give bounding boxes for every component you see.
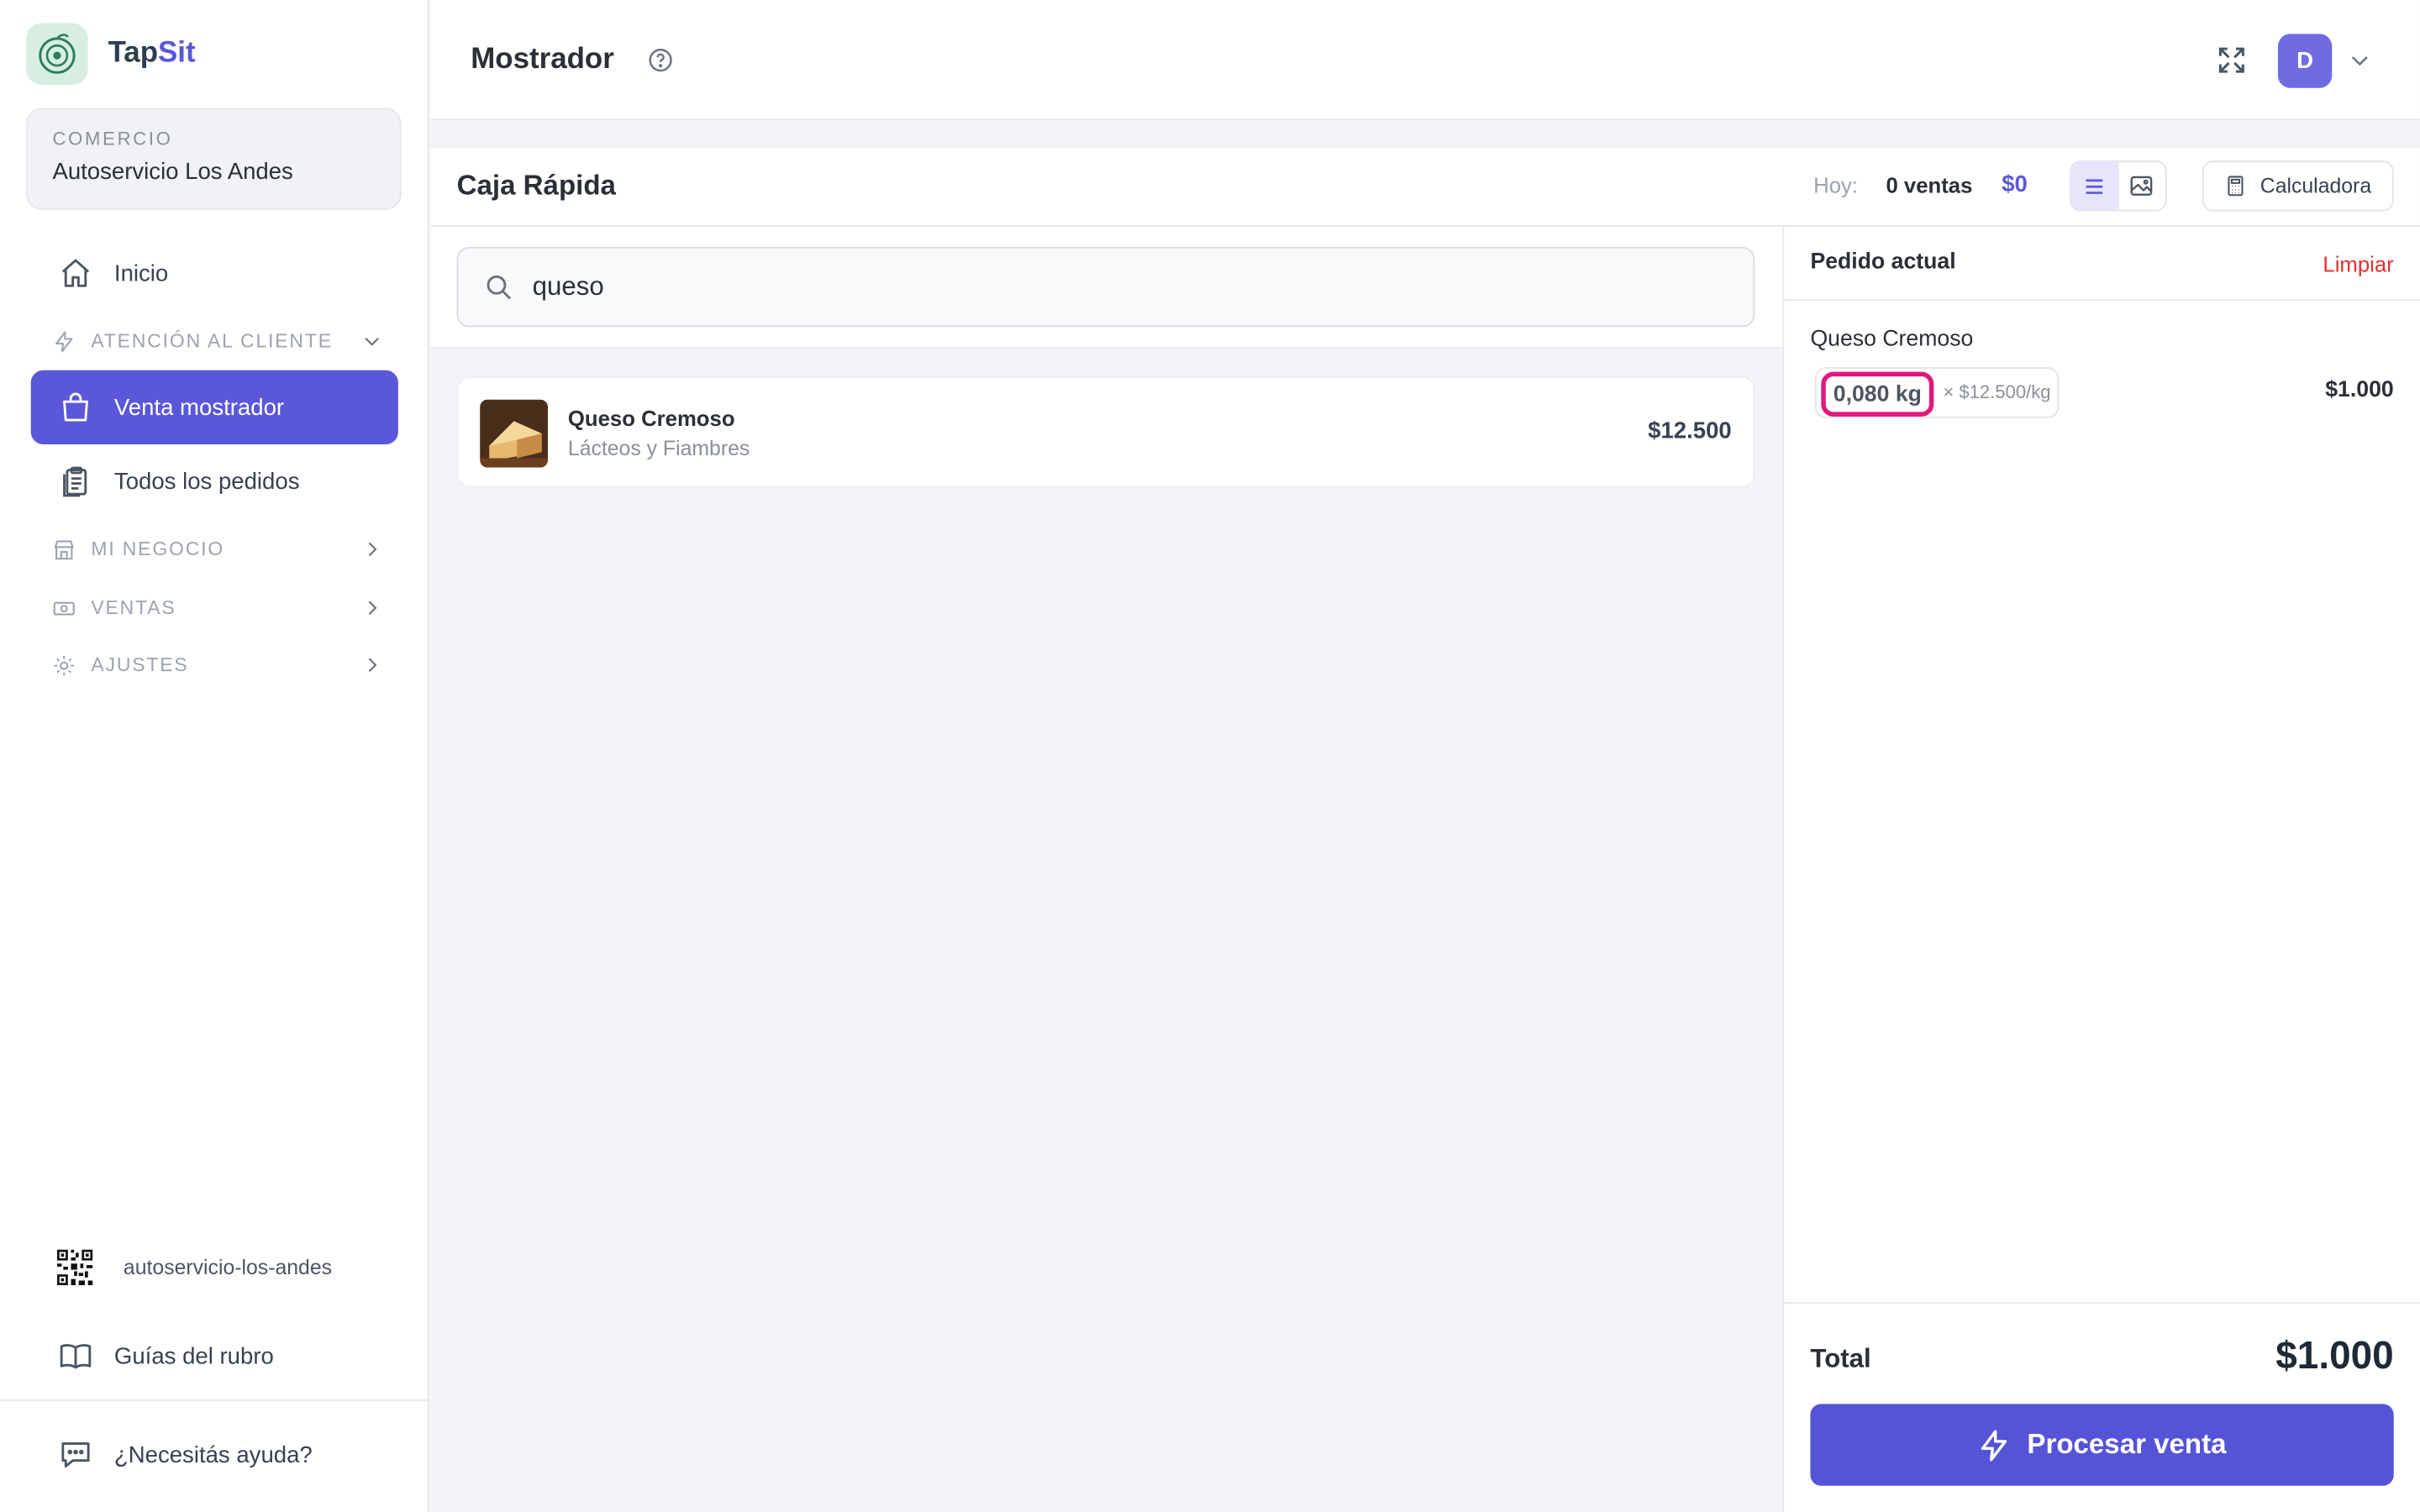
chevron-right-icon (361, 654, 383, 676)
today-sales-total: $0 (2002, 171, 2028, 198)
app-name: TapSit (108, 37, 196, 71)
order-footer: Total $1.000 Procesar venta (1784, 1302, 2420, 1512)
order-title: Pedido actual (1810, 249, 1956, 275)
guides-label: Guías del rubro (113, 1342, 274, 1370)
help-label: ¿Necesitás ayuda? (113, 1441, 313, 1468)
clear-order-button[interactable]: Limpiar (2323, 251, 2393, 276)
sidebar-item-label: Venta mostrador (113, 394, 285, 421)
order-line-quantity-group: 0,080 kg × $12.500/kg (1814, 367, 2060, 418)
app-logo[interactable]: TapSit (26, 23, 196, 86)
app-name-part2: Sit (158, 37, 196, 70)
store-icon (51, 537, 76, 561)
search-box[interactable] (456, 246, 1755, 328)
sidebar-item-inicio[interactable]: Inicio (31, 236, 398, 310)
panel-title: Caja Rápida (456, 170, 616, 201)
page-title: Mostrador (471, 43, 614, 76)
section-label: VENTAS (91, 596, 176, 619)
process-sale-button[interactable]: Procesar venta (1810, 1404, 2394, 1486)
today-sales-count: 0 ventas (1886, 172, 1973, 198)
order-line-name: Queso Cremoso (1810, 327, 1974, 352)
sidebar: TapSit COMERCIO Autoservicio Los Andes I… (0, 0, 429, 1512)
qr-slug-link[interactable]: autoservicio-los-andes (55, 1247, 333, 1287)
section-label: ATENCIÓN AL CLIENTE (91, 330, 333, 352)
section-label: AJUSTES (91, 654, 189, 676)
section-label: MI NEGOCIO (91, 538, 225, 560)
view-toggle (2070, 160, 2167, 212)
sidebar-item-label: Todos los pedidos (113, 468, 300, 495)
logo-icon (26, 23, 88, 86)
process-sale-label: Procesar venta (2027, 1428, 2227, 1460)
chat-icon (59, 1438, 92, 1472)
merchant-label: COMERCIO (52, 128, 173, 150)
chevron-right-icon (361, 538, 383, 560)
sidebar-item-venta-mostrador[interactable]: Venta mostrador (30, 370, 398, 444)
order-panel: Pedido actual Limpiar Queso Cremoso 0,08… (1782, 226, 2420, 1512)
search-icon (483, 271, 514, 302)
caja-rapida-panel: Caja Rápida Hoy: 0 ventas $0 Calculadora… (430, 148, 2420, 1512)
total-label: Total (1810, 1343, 1871, 1373)
today-label: Hoy: (1813, 172, 1859, 198)
product-price: $12.500 (1648, 417, 1732, 444)
calculator-label: Calculadora (2260, 174, 2372, 198)
qr-code-icon (55, 1247, 95, 1287)
section-ventas[interactable]: VENTAS (51, 591, 383, 624)
total-value: $1.000 (2275, 1334, 2394, 1378)
merchant-selector[interactable]: COMERCIO Autoservicio Los Andes (26, 108, 402, 210)
product-image (480, 399, 549, 468)
section-ajustes[interactable]: AJUSTES (51, 648, 383, 681)
order-line-quantity-input[interactable]: 0,080 kg (1821, 371, 1934, 417)
sidebar-divider (0, 1399, 429, 1401)
product-area: Queso Cremoso Lácteos y Fiambres $12.500 (430, 226, 1783, 1512)
chevron-down-icon (361, 330, 383, 352)
image-view-button[interactable] (2118, 162, 2165, 210)
section-mi-negocio[interactable]: MI NEGOCIO (51, 533, 383, 566)
money-icon (51, 596, 76, 620)
calculator-icon (2225, 175, 2249, 198)
help-circle-icon[interactable] (647, 46, 675, 81)
product-category: Lácteos y Fiambres (567, 436, 750, 460)
list-icon (2082, 174, 2107, 198)
shopping-bag-icon (59, 391, 92, 424)
order-line-total: $1.000 (2325, 377, 2394, 403)
merchant-slug: autoservicio-los-andes (123, 1256, 333, 1279)
chevron-down-icon[interactable] (2348, 48, 2372, 81)
order-header: Pedido actual Limpiar (1784, 227, 2420, 302)
topbar: Mostrador D (430, 0, 2420, 121)
bolt-icon (1978, 1428, 2012, 1462)
chevron-right-icon (361, 597, 383, 619)
image-icon (2128, 173, 2154, 199)
section-atencion-al-cliente[interactable]: ATENCIÓN AL CLIENTE (51, 324, 383, 358)
order-line-unit-price: × $12.500/kg (1943, 381, 2051, 403)
clipboard-icon (59, 465, 92, 498)
avatar[interactable]: D (2277, 34, 2333, 88)
sidebar-item-todos-los-pedidos[interactable]: Todos los pedidos (31, 444, 398, 518)
app-name-part1: Tap (108, 37, 159, 70)
bolt-icon (51, 328, 76, 353)
fullscreen-icon[interactable] (2215, 43, 2249, 85)
merchant-name: Autoservicio Los Andes (52, 159, 293, 186)
panel-header: Caja Rápida Hoy: 0 ventas $0 Calculadora (430, 148, 2420, 227)
help-link[interactable]: ¿Necesitás ayuda? (59, 1438, 313, 1472)
sidebar-item-label: Inicio (113, 260, 169, 286)
list-view-button[interactable] (2070, 161, 2118, 210)
book-icon (59, 1339, 92, 1373)
guides-link[interactable]: Guías del rubro (59, 1339, 274, 1373)
product-name: Queso Cremoso (567, 406, 735, 431)
gear-icon (51, 653, 76, 677)
search-input[interactable] (532, 271, 1706, 302)
product-card[interactable]: Queso Cremoso Lácteos y Fiambres $12.500 (456, 376, 1755, 488)
home-icon (59, 256, 92, 290)
calculator-button[interactable]: Calculadora (2202, 160, 2394, 212)
search-bar (430, 226, 1783, 349)
